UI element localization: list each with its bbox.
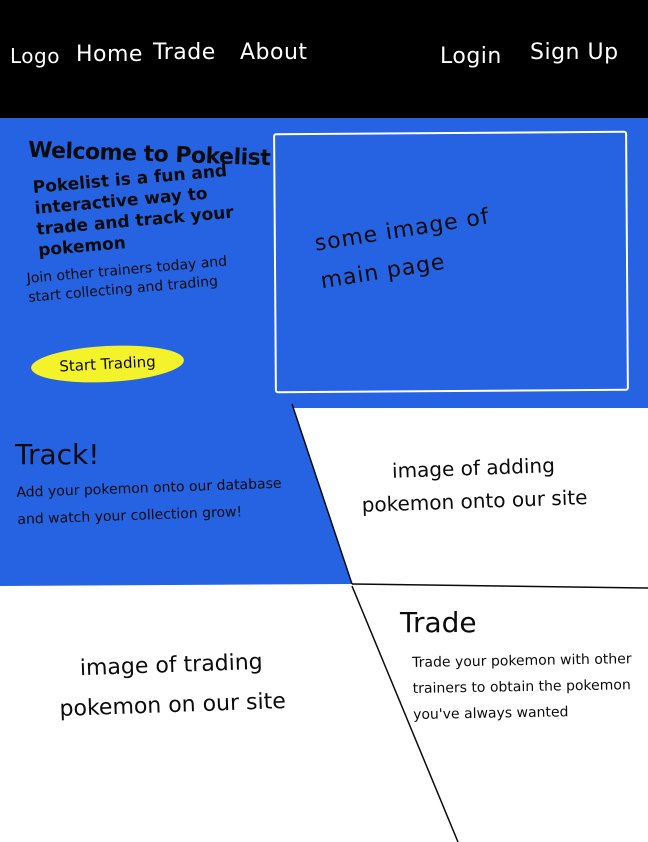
trading-pokemon-image-placeholder: image of trading pokemon on our site [59, 649, 287, 722]
trade-title: Trade [400, 606, 477, 639]
trade-body: Trade your pokemon with other trainers t… [412, 651, 632, 723]
track-title: Track! [15, 438, 100, 471]
adding-pokemon-image-placeholder: image of adding pokemon onto our site [361, 453, 588, 517]
horizontal-divider [351, 583, 648, 589]
track-body: Add your pokemon onto our database and w… [16, 475, 282, 528]
